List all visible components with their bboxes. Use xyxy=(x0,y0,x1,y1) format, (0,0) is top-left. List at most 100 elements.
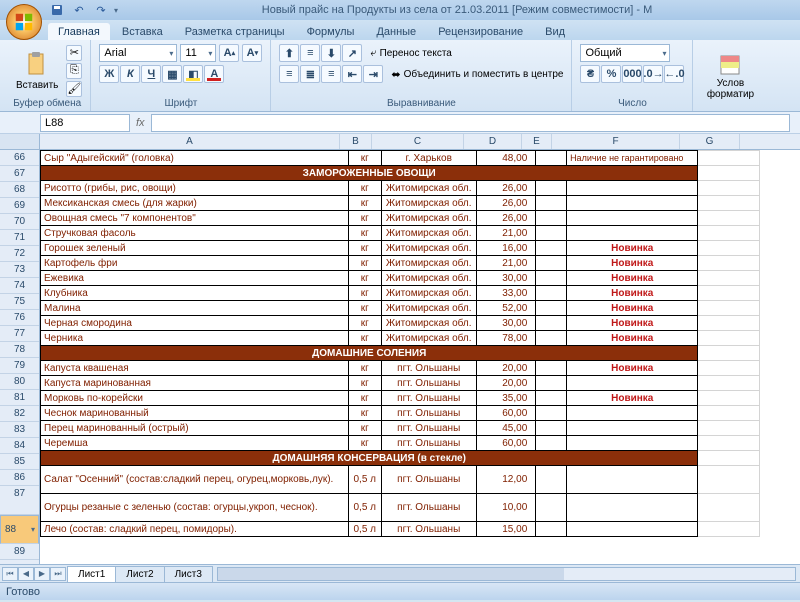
cell[interactable]: Картофель фри xyxy=(41,256,349,271)
cell[interactable] xyxy=(698,256,760,271)
cell[interactable] xyxy=(536,271,567,286)
row-header[interactable]: 74 xyxy=(0,278,39,294)
cell[interactable] xyxy=(536,331,567,346)
cell[interactable]: кг xyxy=(348,391,381,406)
cell[interactable]: кг xyxy=(348,211,381,226)
cell[interactable]: Новинка xyxy=(567,271,698,286)
fill-color-button[interactable]: ◧ xyxy=(183,65,203,83)
cell[interactable]: кг xyxy=(348,226,381,241)
merge-center-button[interactable]: ⬌ Объединить и поместить в центре xyxy=(391,65,563,83)
cell[interactable] xyxy=(698,181,760,196)
ribbon-tab-3[interactable]: Формулы xyxy=(297,23,365,40)
number-format-select[interactable]: Общий xyxy=(580,44,670,62)
cell[interactable] xyxy=(698,331,760,346)
row-header[interactable]: 71 xyxy=(0,230,39,246)
cell[interactable]: Житомирская обл. xyxy=(381,241,476,256)
row-header[interactable]: 67 xyxy=(0,166,39,182)
percent-button[interactable]: % xyxy=(601,65,621,83)
sheet-tab[interactable]: Лист3 xyxy=(164,566,213,582)
sheet-tab[interactable]: Лист1 xyxy=(67,566,116,582)
undo-button[interactable]: ↶ xyxy=(70,2,88,18)
comma-button[interactable]: 000 xyxy=(622,65,642,83)
cell[interactable] xyxy=(698,196,760,211)
sheet-nav-first[interactable]: ⏮ xyxy=(2,567,18,581)
cell[interactable]: кг xyxy=(348,331,381,346)
cell[interactable]: Житомирская обл. xyxy=(381,286,476,301)
row-header[interactable]: 80 xyxy=(0,374,39,390)
row-header[interactable]: 84 xyxy=(0,438,39,454)
cell[interactable]: Новинка xyxy=(567,241,698,256)
row-header[interactable]: 73 xyxy=(0,262,39,278)
cell[interactable]: 21,00 xyxy=(476,226,536,241)
cell[interactable] xyxy=(567,522,698,537)
cell[interactable] xyxy=(698,151,760,166)
cell[interactable]: Салат "Осенний" (состав:сладкий перец, о… xyxy=(41,466,349,494)
cell[interactable]: 78,00 xyxy=(476,331,536,346)
cell[interactable]: Чеснок маринованный xyxy=(41,406,349,421)
cell[interactable] xyxy=(536,151,567,166)
section-header[interactable]: ДОМАШНИЕ СОЛЕНИЯ xyxy=(41,346,698,361)
bold-button[interactable]: Ж xyxy=(99,65,119,83)
cell[interactable] xyxy=(536,226,567,241)
cell[interactable] xyxy=(698,301,760,316)
row-header[interactable]: 79 xyxy=(0,358,39,374)
col-header-B[interactable]: B xyxy=(340,134,372,149)
cell[interactable] xyxy=(536,522,567,537)
cell[interactable]: Капуста квашеная xyxy=(41,361,349,376)
row-header[interactable]: 77 xyxy=(0,326,39,342)
cell[interactable] xyxy=(536,466,567,494)
currency-button[interactable]: ₴ xyxy=(580,65,600,83)
cell[interactable]: Горошек зеленый xyxy=(41,241,349,256)
indent-dec-button[interactable]: ⇤ xyxy=(342,65,362,83)
cell[interactable]: Наличие не гарантировано xyxy=(567,151,698,166)
cell[interactable]: 60,00 xyxy=(476,436,536,451)
cell[interactable]: Капуста маринованная xyxy=(41,376,349,391)
inc-decimal-button[interactable]: .0→ xyxy=(643,65,663,83)
cell[interactable] xyxy=(536,494,567,522)
cell[interactable]: Житомирская обл. xyxy=(381,256,476,271)
align-bottom-button[interactable]: ⬇ xyxy=(321,44,341,62)
row-header[interactable]: 86 xyxy=(0,470,39,486)
cell[interactable]: 48,00 xyxy=(476,151,536,166)
cell[interactable]: 15,00 xyxy=(476,522,536,537)
cell[interactable]: 26,00 xyxy=(476,181,536,196)
cell[interactable]: Новинка xyxy=(567,331,698,346)
cell[interactable]: Перец маринованный (острый) xyxy=(41,421,349,436)
row-header[interactable]: 87 xyxy=(0,486,39,515)
cell[interactable] xyxy=(567,211,698,226)
cell[interactable]: 52,00 xyxy=(476,301,536,316)
cell[interactable]: пгт. Ольшаны xyxy=(381,494,476,522)
cell[interactable]: Малина xyxy=(41,301,349,316)
col-header-A[interactable]: A xyxy=(40,134,340,149)
cell[interactable] xyxy=(536,181,567,196)
cell[interactable] xyxy=(567,406,698,421)
conditional-format-button[interactable]: Услов форматир xyxy=(701,52,759,102)
cell[interactable]: Сыр "Адыгейский" (головка) xyxy=(41,151,349,166)
row-header[interactable]: 72 xyxy=(0,246,39,262)
cell[interactable] xyxy=(536,421,567,436)
cell[interactable] xyxy=(536,406,567,421)
cell[interactable] xyxy=(698,522,760,537)
redo-button[interactable]: ↷ xyxy=(92,2,110,18)
cell[interactable] xyxy=(536,376,567,391)
horizontal-scrollbar[interactable] xyxy=(217,567,796,581)
grow-font-button[interactable]: A▴ xyxy=(219,44,239,62)
cell[interactable]: кг xyxy=(348,436,381,451)
cell[interactable]: кг xyxy=(348,256,381,271)
save-button[interactable] xyxy=(48,2,66,18)
cell[interactable]: Житомирская обл. xyxy=(381,196,476,211)
indent-inc-button[interactable]: ⇥ xyxy=(363,65,383,83)
cell[interactable]: Стручковая фасоль xyxy=(41,226,349,241)
cell[interactable] xyxy=(698,466,760,494)
ribbon-tab-5[interactable]: Рецензирование xyxy=(428,23,533,40)
ribbon-tab-0[interactable]: Главная xyxy=(48,23,110,40)
cell[interactable] xyxy=(698,436,760,451)
cell[interactable]: Новинка xyxy=(567,316,698,331)
italic-button[interactable]: К xyxy=(120,65,140,83)
cell[interactable]: 0,5 л xyxy=(348,466,381,494)
cell[interactable]: 30,00 xyxy=(476,316,536,331)
cell[interactable]: пгт. Ольшаны xyxy=(381,406,476,421)
cell[interactable] xyxy=(698,226,760,241)
cells-table[interactable]: Сыр "Адыгейский" (головка)кгг. Харьков48… xyxy=(40,150,760,537)
cell[interactable]: Морковь по-корейски xyxy=(41,391,349,406)
